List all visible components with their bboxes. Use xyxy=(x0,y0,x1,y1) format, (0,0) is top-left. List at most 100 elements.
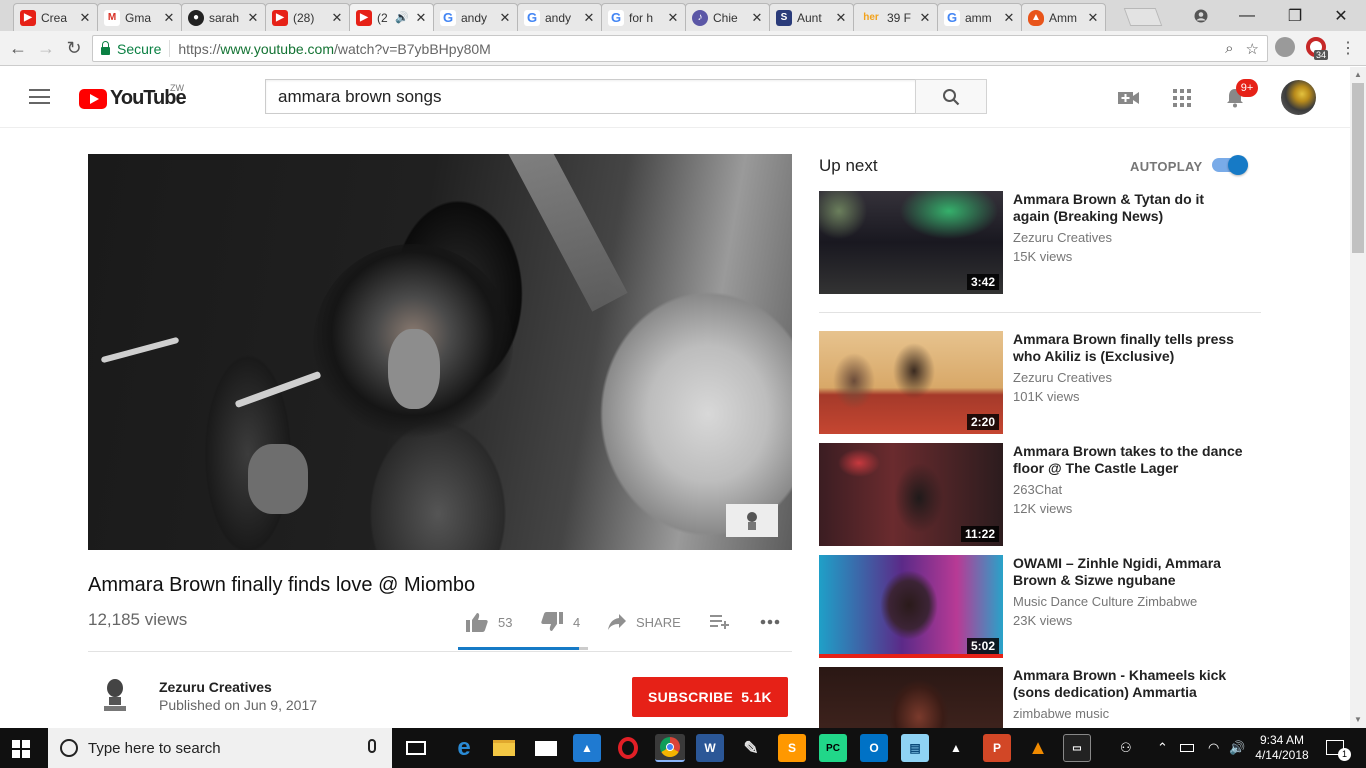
scrollbar-thumb[interactable] xyxy=(1352,83,1364,253)
paint-icon[interactable]: ✎ xyxy=(737,734,765,762)
browser-tab[interactable]: G for h ✕ xyxy=(601,3,686,31)
youtube-logo[interactable]: YouTube ZW xyxy=(79,83,187,110)
notepad-icon[interactable]: ▤ xyxy=(901,734,929,762)
upload-video-icon[interactable] xyxy=(1117,86,1141,110)
address-bar[interactable]: Secure https://www.youtube.com/watch?v=B… xyxy=(92,35,1268,62)
more-actions-button[interactable] xyxy=(760,611,780,633)
mail-icon[interactable] xyxy=(532,734,560,762)
account-avatar[interactable] xyxy=(1281,80,1316,115)
add-to-playlist-button[interactable] xyxy=(710,611,730,633)
reload-icon[interactable]: ↻ xyxy=(62,36,86,60)
browser-tab-active[interactable]: ▶ (2 🔊 ✕ xyxy=(349,3,434,31)
dislike-button[interactable]: 4 xyxy=(541,611,580,633)
profile-icon[interactable] xyxy=(1178,0,1224,31)
taskbar-search-box[interactable]: Type here to search xyxy=(48,728,392,768)
recommended-video[interactable]: 2:20 Ammara Brown finally tells press wh… xyxy=(819,331,1259,434)
tab-close-icon[interactable]: ✕ xyxy=(331,10,343,26)
browser-tab[interactable]: M Gma ✕ xyxy=(97,3,182,31)
back-icon[interactable]: ← xyxy=(6,36,30,60)
secure-indicator[interactable]: Secure xyxy=(101,40,171,57)
channel-name[interactable]: Zezuru Creatives xyxy=(159,679,272,695)
zoom-icon[interactable]: ⌕ xyxy=(1225,40,1233,58)
word-icon[interactable]: W xyxy=(696,734,724,762)
search-button[interactable] xyxy=(915,79,987,114)
app-icon[interactable]: ▲ xyxy=(573,734,601,762)
browser-tab[interactable]: ▲ Amm ✕ xyxy=(1021,3,1106,31)
extension-icon[interactable] xyxy=(1275,37,1295,57)
close-window-icon[interactable]: ✕ xyxy=(1318,0,1364,31)
apps-grid-icon[interactable] xyxy=(1170,86,1194,110)
tab-close-icon[interactable]: ✕ xyxy=(1087,10,1099,26)
video-thumbnail[interactable]: 5:02 xyxy=(819,555,1003,658)
edge-icon[interactable]: e xyxy=(450,734,478,762)
share-button[interactable]: SHARE xyxy=(608,611,681,633)
video-thumbnail[interactable] xyxy=(819,667,1003,728)
system-clock[interactable]: 9:34 AM 4/14/2018 xyxy=(1254,733,1310,763)
menu-icon[interactable] xyxy=(29,89,50,104)
tab-close-icon[interactable]: ✕ xyxy=(499,10,511,26)
windows-start-icon[interactable] xyxy=(12,740,30,758)
recommended-title[interactable]: Ammara Brown finally tells press who Aki… xyxy=(1013,331,1243,365)
recommended-video[interactable]: 3:42 Ammara Brown & Tytan do it again (B… xyxy=(819,191,1259,294)
minimize-icon[interactable]: — xyxy=(1224,0,1270,31)
forward-icon[interactable]: → xyxy=(34,36,58,60)
browser-tab[interactable]: ● sarah ✕ xyxy=(181,3,266,31)
volume-icon[interactable]: 🔊 xyxy=(1229,728,1245,768)
browser-tab[interactable]: ♪ Chie ✕ xyxy=(685,3,770,31)
autoplay-toggle[interactable] xyxy=(1212,155,1248,175)
tab-close-icon[interactable]: ✕ xyxy=(919,10,931,26)
recommended-title[interactable]: Ammara Brown - Khameels kick (sons dedic… xyxy=(1013,667,1243,701)
recommended-title[interactable]: Ammara Brown takes to the dance floor @ … xyxy=(1013,443,1243,477)
video-thumbnail[interactable]: 11:22 xyxy=(819,443,1003,546)
browser-tab[interactable]: G amm ✕ xyxy=(937,3,1022,31)
recommended-title[interactable]: OWAMI – Zinhle Ngidi, Ammara Brown & Siz… xyxy=(1013,555,1243,589)
action-center-icon[interactable]: 1 xyxy=(1326,740,1351,761)
tab-close-icon[interactable]: ✕ xyxy=(667,10,679,26)
chrome-icon[interactable] xyxy=(655,734,685,762)
pycharm-icon[interactable]: PC xyxy=(819,734,847,762)
battery-icon[interactable] xyxy=(1180,728,1194,768)
tab-close-icon[interactable]: ✕ xyxy=(163,10,175,26)
restore-icon[interactable]: ❐ xyxy=(1272,0,1318,31)
task-view-icon[interactable] xyxy=(402,734,430,762)
tab-close-icon[interactable]: ✕ xyxy=(79,10,91,26)
opera-icon[interactable] xyxy=(614,734,642,762)
recommended-video[interactable]: Ammara Brown - Khameels kick (sons dedic… xyxy=(819,667,1259,728)
show-hidden-icons[interactable]: ⌃ xyxy=(1157,728,1168,768)
recommended-video[interactable]: 11:22 Ammara Brown takes to the dance fl… xyxy=(819,443,1259,546)
browser-tab[interactable]: her 39 F ✕ xyxy=(853,3,938,31)
tab-close-icon[interactable]: ✕ xyxy=(415,10,427,26)
outlook-icon[interactable]: O xyxy=(860,734,888,762)
scroll-down-icon[interactable]: ▼ xyxy=(1354,715,1362,724)
subscribe-button[interactable]: SUBSCRIBE 5.1K xyxy=(632,677,788,717)
bookmark-star-icon[interactable]: ☆ xyxy=(1246,40,1259,58)
wifi-icon[interactable]: ◠ xyxy=(1208,728,1219,768)
microphone-icon[interactable] xyxy=(368,739,376,753)
file-explorer-icon[interactable] xyxy=(490,734,518,762)
people-icon[interactable]: ⚇ xyxy=(1120,728,1132,768)
like-button[interactable]: 53 xyxy=(466,611,512,633)
video-thumbnail[interactable]: 2:20 xyxy=(819,331,1003,434)
browser-tab[interactable]: G andy ✕ xyxy=(517,3,602,31)
channel-watermark[interactable] xyxy=(726,504,778,537)
chrome-menu-icon[interactable]: ⋮ xyxy=(1336,36,1360,60)
recommended-title[interactable]: Ammara Brown & Tytan do it again (Breaki… xyxy=(1013,191,1243,225)
powerpoint-icon[interactable]: P xyxy=(983,734,1011,762)
tab-close-icon[interactable]: ✕ xyxy=(583,10,595,26)
terminal-icon[interactable]: ▭ xyxy=(1063,734,1091,762)
recommended-video[interactable]: 5:02 OWAMI – Zinhle Ngidi, Ammara Brown … xyxy=(819,555,1259,658)
tab-close-icon[interactable]: ✕ xyxy=(835,10,847,26)
browser-tab[interactable]: G andy ✕ xyxy=(433,3,518,31)
vlc-icon[interactable]: ▲ xyxy=(1024,734,1052,762)
page-scrollbar[interactable]: ▲ ▼ xyxy=(1350,67,1366,728)
sublime-text-icon[interactable]: S xyxy=(778,734,806,762)
browser-tab[interactable]: ▶ (28) ✕ xyxy=(265,3,350,31)
tab-close-icon[interactable]: ✕ xyxy=(1003,10,1015,26)
video-thumbnail[interactable]: 3:42 xyxy=(819,191,1003,294)
tab-close-icon[interactable]: ✕ xyxy=(751,10,763,26)
video-player[interactable] xyxy=(88,154,792,550)
scroll-up-icon[interactable]: ▲ xyxy=(1354,70,1362,79)
search-input[interactable]: ammara brown songs xyxy=(265,79,916,114)
new-tab-button[interactable] xyxy=(1123,8,1163,26)
browser-tab[interactable]: ▶ Crea ✕ xyxy=(13,3,98,31)
